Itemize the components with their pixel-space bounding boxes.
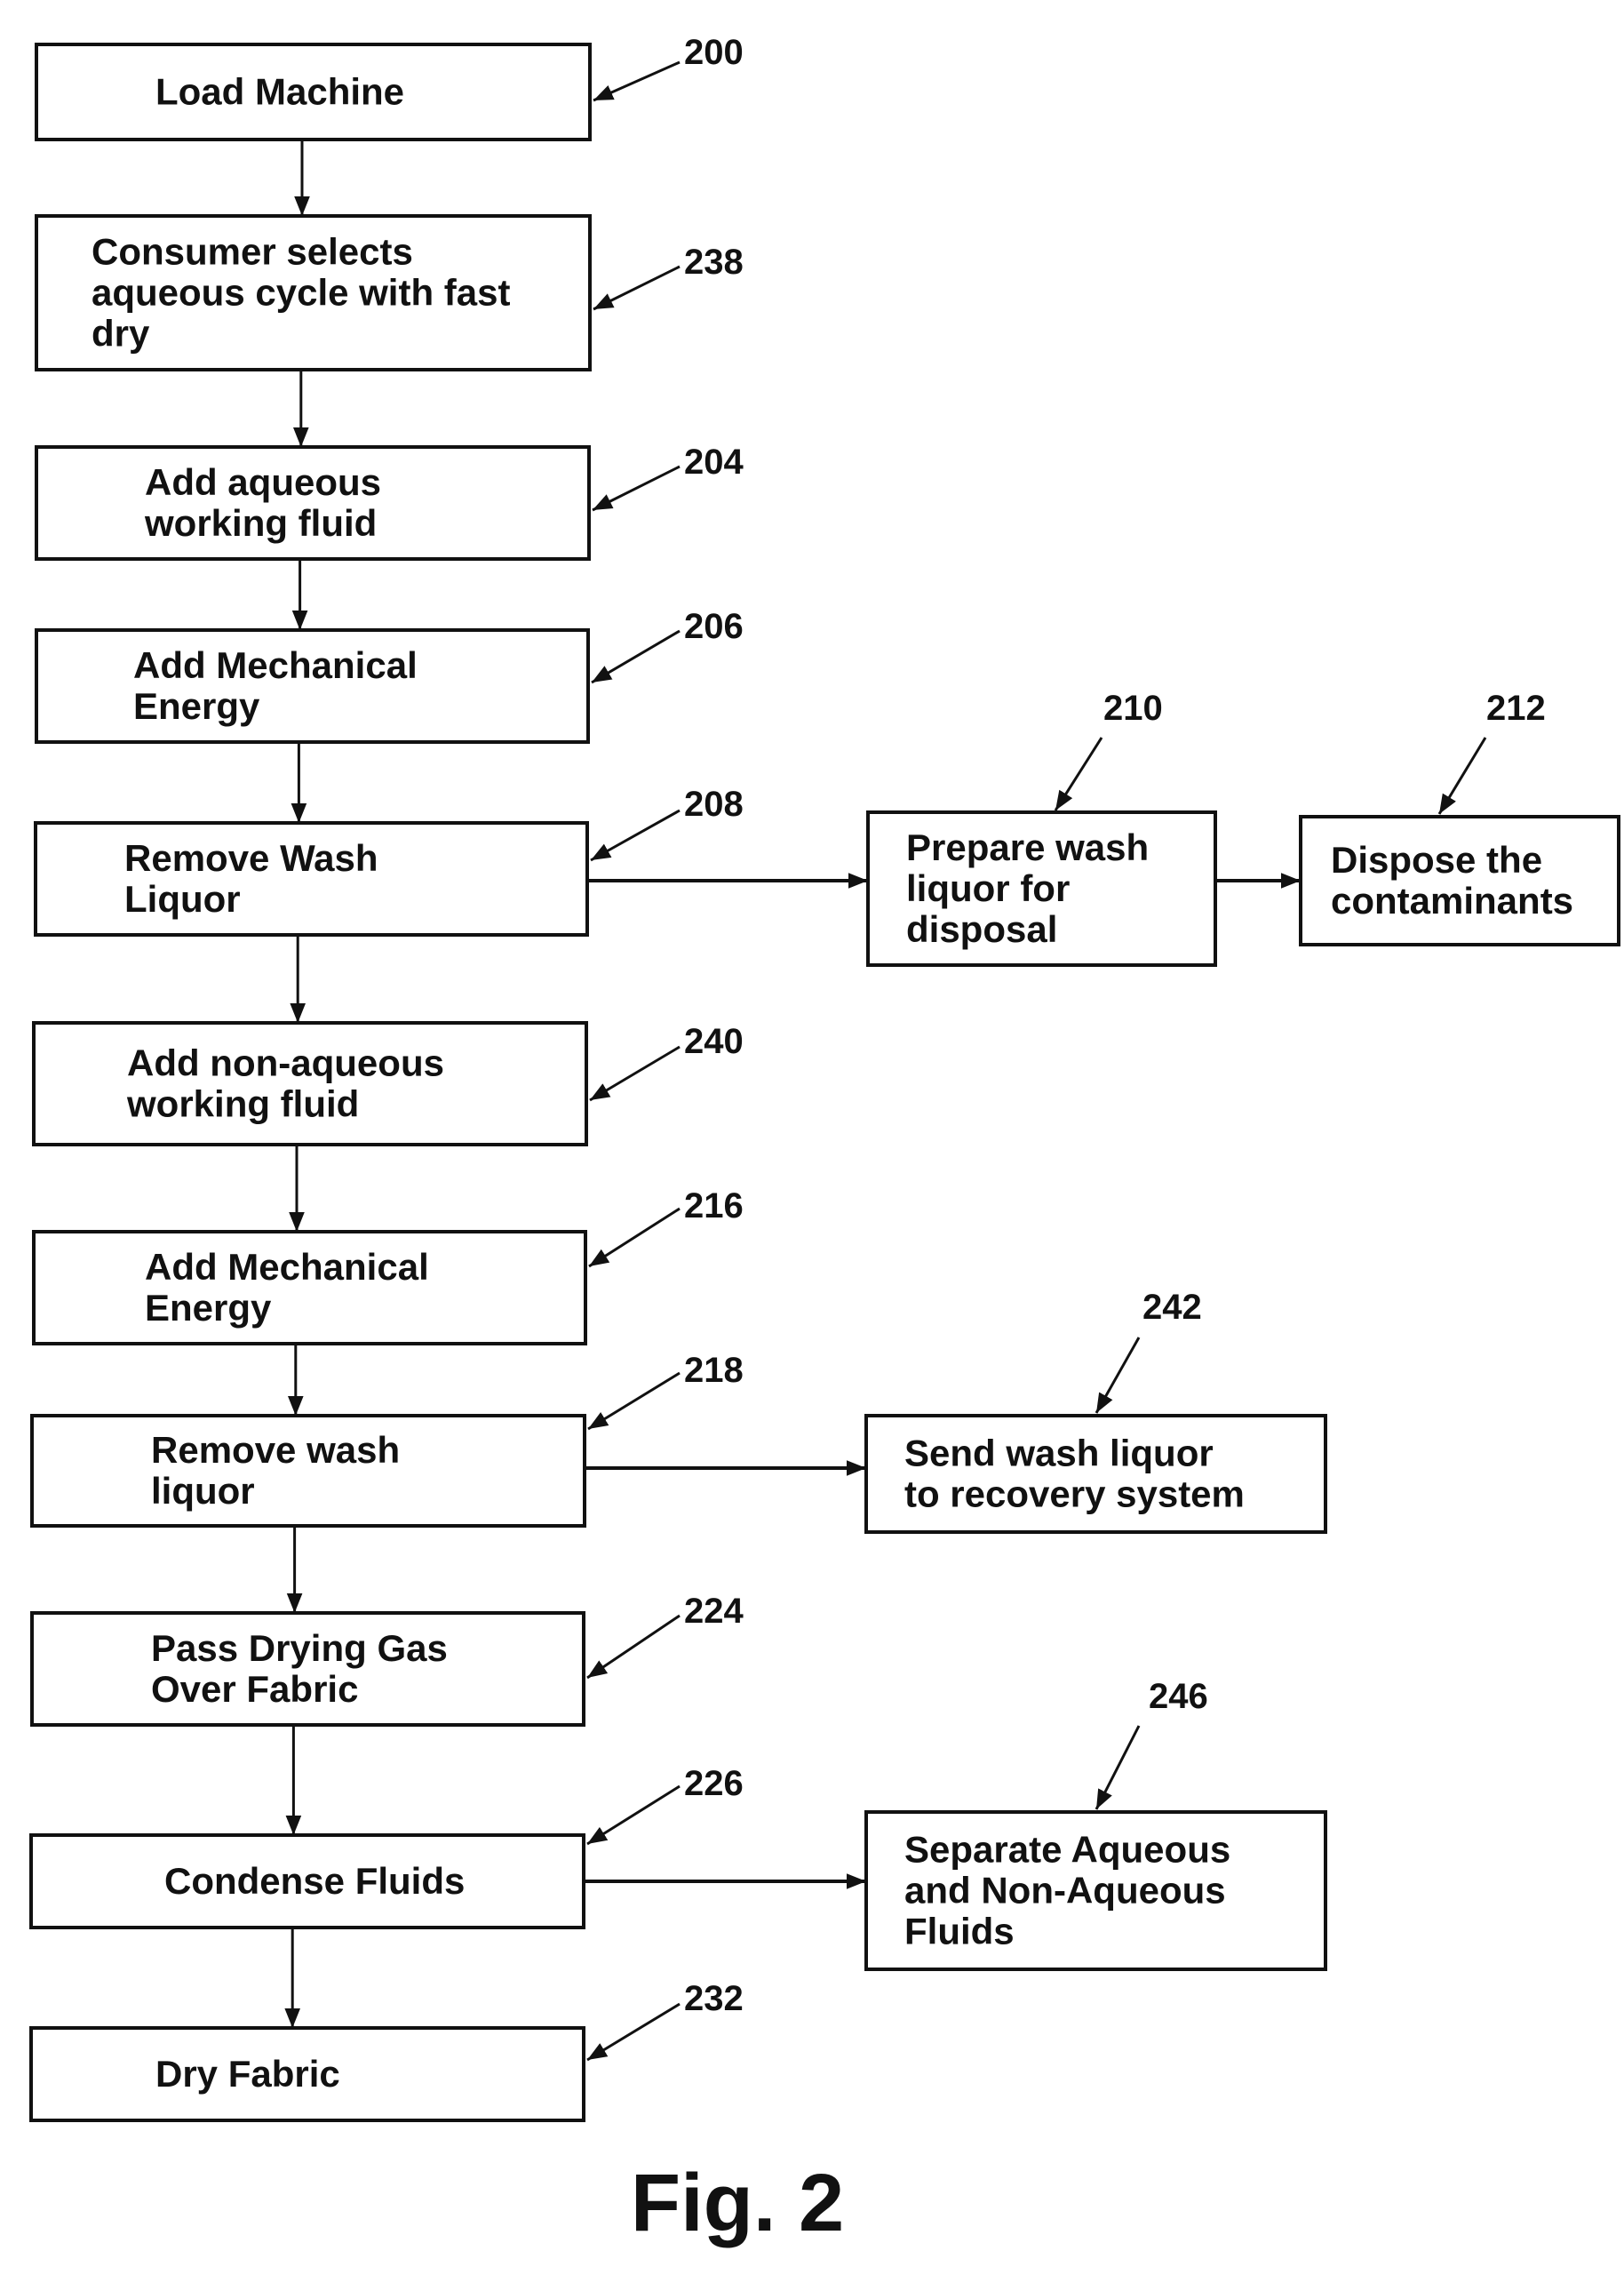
step-box-204: Add aqueousworking fluid [35, 445, 591, 561]
leader-arrow-238 [593, 265, 681, 311]
reference-numeral-204: 204 [684, 443, 744, 482]
branch-box-210: Prepare washliquor fordisposal [866, 810, 1217, 967]
step-box-224: Pass Drying GasOver Fabric [30, 1611, 585, 1727]
box-label-line: Liquor [124, 878, 241, 920]
box-label-line: Send wash liquor [904, 1433, 1214, 1474]
reference-numeral-232: 232 [684, 1979, 744, 2018]
reference-leaders [586, 60, 1487, 2062]
box-label-line: Dispose the [1331, 839, 1542, 881]
reference-numeral-224: 224 [684, 1592, 744, 1631]
flowchart-diagram: Load Machine Consumer selectsaqueous cycl… [29, 33, 1620, 2248]
box-label-line: Condense Fluids [164, 1860, 465, 1902]
process-boxes: Load Machine Consumer selectsaqueous cycl… [29, 43, 1620, 2122]
box-label-line: Add Mechanical [133, 644, 418, 686]
step-box-200: Load Machine [35, 43, 592, 141]
reference-numeral-218: 218 [684, 1351, 744, 1390]
step-box-208: Remove WashLiquor [34, 821, 589, 937]
box-label-line: Add non-aqueous [127, 1042, 444, 1084]
box-label-line: to recovery system [904, 1473, 1245, 1515]
leader-arrow-246 [1095, 1725, 1141, 1810]
step-box-218: Remove washliquor [30, 1414, 586, 1528]
leader-arrow-240 [589, 1045, 681, 1102]
reference-numeral-226: 226 [684, 1764, 744, 1803]
box-label-line: Energy [133, 685, 260, 727]
leader-arrow-216 [588, 1207, 681, 1268]
box-label-line: Dry Fabric [155, 2053, 340, 2095]
branch-box-212: Dispose thecontaminants [1299, 815, 1620, 946]
box-label-line: Add aqueous [145, 461, 381, 503]
step-box-240: Add non-aqueousworking fluid [32, 1021, 588, 1146]
leader-arrow-226 [586, 1784, 681, 1846]
box-label-line: Add Mechanical [145, 1246, 429, 1288]
leader-arrow-206 [591, 629, 681, 684]
box-label-line: Separate Aqueous [904, 1829, 1230, 1871]
box-label-line: Load Machine [155, 71, 404, 113]
step-box-238: Consumer selectsaqueous cycle with fastd… [35, 214, 592, 371]
box-label-line: Prepare wash [906, 826, 1149, 868]
reference-numerals: 200 238 204 206 208 240 216 218 224 226 232 210 212 2… [684, 33, 1546, 2018]
box-label-line: Fluids [904, 1911, 1015, 1952]
step-box-206: Add MechanicalEnergy [35, 628, 590, 744]
box-label-line: working fluid [144, 502, 377, 544]
box-label-line: working fluid [126, 1083, 359, 1125]
box-label-line: Remove wash [151, 1429, 400, 1471]
box-label-line: and Non-Aqueous [904, 1870, 1226, 1912]
box-label-line: Energy [145, 1287, 272, 1329]
box-label-line: dry [92, 313, 150, 355]
leader-arrow-212 [1437, 737, 1487, 815]
leader-arrow-242 [1095, 1337, 1141, 1414]
box-label-line: contaminants [1331, 880, 1573, 922]
box-label-line: disposal [906, 908, 1057, 950]
leader-arrow-210 [1054, 737, 1103, 811]
leader-arrow-208 [590, 809, 681, 862]
branch-box-242: Send wash liquorto recovery system [864, 1414, 1327, 1534]
box-label-line: Remove Wash [124, 837, 378, 879]
leader-arrow-204 [592, 465, 681, 512]
reference-numeral-242: 242 [1142, 1288, 1202, 1327]
step-box-226: Condense Fluids [29, 1833, 585, 1929]
box-label-line: liquor [151, 1470, 255, 1512]
reference-numeral-210: 210 [1103, 689, 1163, 728]
figure-caption: Fig. 2 [631, 2158, 844, 2248]
box-label-line: aqueous cycle with fast [92, 272, 510, 314]
reference-numeral-208: 208 [684, 785, 744, 824]
box-label-line: Pass Drying Gas [151, 1627, 448, 1669]
leader-arrow-218 [587, 1371, 681, 1431]
reference-numeral-238: 238 [684, 243, 744, 282]
reference-numeral-246: 246 [1149, 1677, 1208, 1716]
reference-numeral-200: 200 [684, 33, 744, 72]
step-box-232: Dry Fabric [29, 2026, 585, 2122]
leader-arrow-232 [586, 2002, 681, 2062]
leader-arrow-200 [593, 60, 681, 102]
step-box-216: Add MechanicalEnergy [32, 1230, 587, 1345]
branch-box-246: Separate Aqueousand Non-AqueousFluids [864, 1810, 1327, 1971]
box-label-line: Over Fabric [151, 1668, 358, 1710]
box-label-line: Consumer selects [92, 231, 413, 273]
reference-numeral-216: 216 [684, 1186, 744, 1225]
leader-arrow-224 [586, 1614, 681, 1680]
reference-numeral-212: 212 [1486, 689, 1546, 728]
reference-numeral-240: 240 [684, 1022, 744, 1061]
box-label-line: liquor for [906, 867, 1070, 909]
reference-numeral-206: 206 [684, 607, 744, 646]
